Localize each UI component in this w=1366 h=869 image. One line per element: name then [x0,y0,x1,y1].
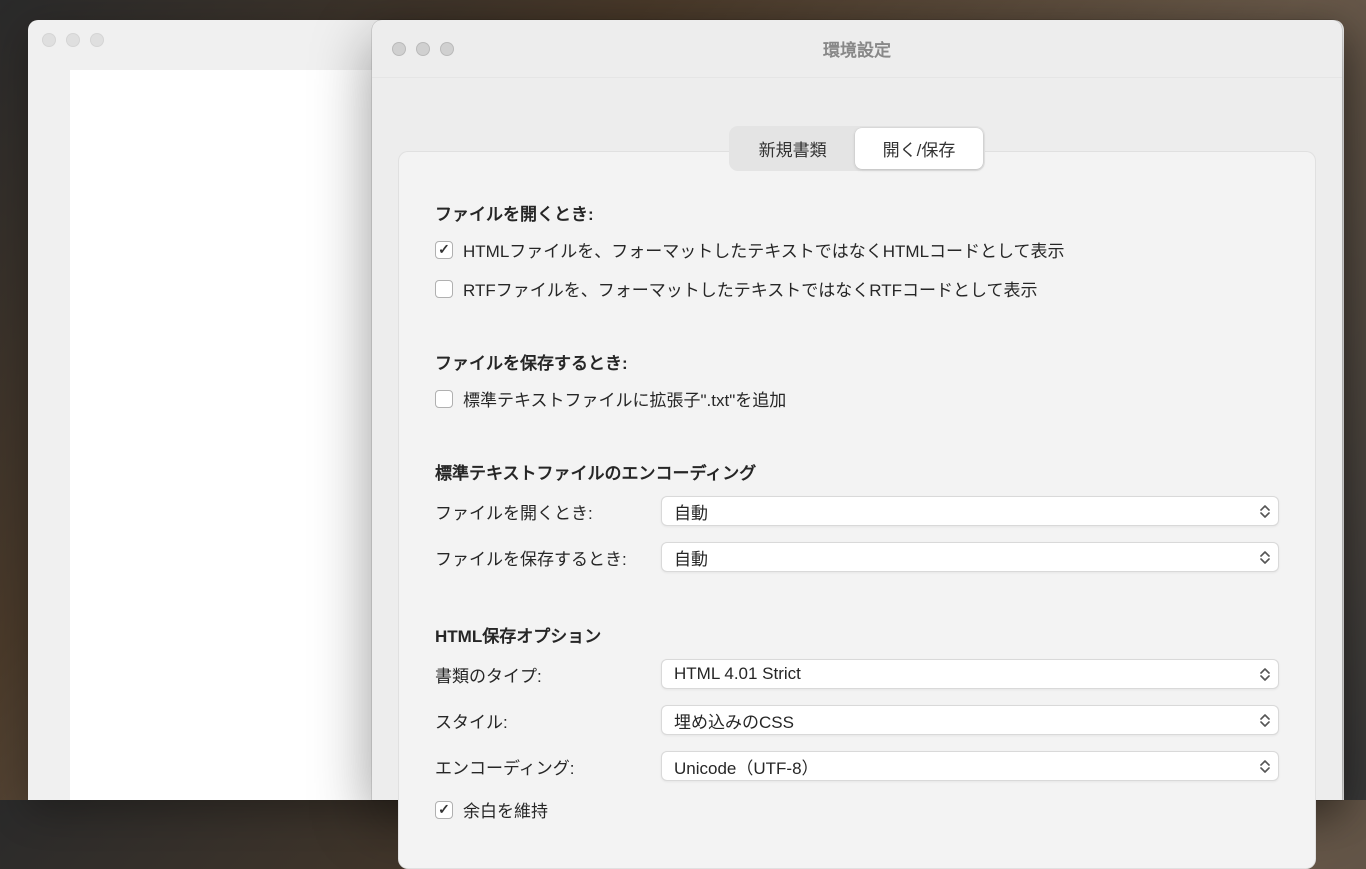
label-html-as-code: HTMLファイルを、フォーマットしたテキストではなくHTMLコードとして表示 [463,237,1065,262]
select-open-encoding[interactable]: 自動 [661,496,1279,526]
select-style-value: 埋め込みのCSS [674,708,794,733]
label-open-encoding: ファイルを開くとき: [435,499,661,524]
select-doc-type[interactable]: HTML 4.01 Strict [661,659,1279,689]
label-add-txt-extension: 標準テキストファイルに拡張子".txt"を追加 [463,386,786,411]
section-html-options-title: HTML保存オプション [435,622,1279,647]
chevron-updown-icon [1260,668,1270,681]
select-html-encoding-value: Unicode（UTF-8） [674,754,819,779]
tab-new-document[interactable]: 新規書類 [731,128,855,169]
section-encoding-title: 標準テキストファイルのエンコーディング [435,459,1279,484]
close-button[interactable] [392,42,406,56]
minimize-button[interactable] [416,42,430,56]
chevron-updown-icon [1260,551,1270,564]
bg-minimize-button[interactable] [66,33,80,47]
checkbox-preserve-whitespace[interactable] [435,801,453,819]
label-html-encoding: エンコーディング: [435,754,661,779]
label-doc-type: 書類のタイプ: [435,662,661,687]
section-save-title: ファイルを保存するとき: [435,349,1279,374]
checkbox-add-txt-extension[interactable] [435,390,453,408]
zoom-button[interactable] [440,42,454,56]
select-save-encoding[interactable]: 自動 [661,542,1279,572]
label-style: スタイル: [435,708,661,733]
chevron-updown-icon [1260,760,1270,773]
select-html-encoding[interactable]: Unicode（UTF-8） [661,751,1279,781]
titlebar: 環境設定 [372,20,1342,78]
preferences-panel: ファイルを開くとき: HTMLファイルを、フォーマットしたテキストではなくHTM… [398,151,1316,869]
preferences-window: 環境設定 新規書類 開く/保存 ファイルを開くとき: HTMLファイルを、フォー… [372,20,1342,800]
label-rtf-as-code: RTFファイルを、フォーマットしたテキストではなくRTFコードとして表示 [463,276,1037,301]
section-open-title: ファイルを開くとき: [435,200,1279,225]
select-doc-type-value: HTML 4.01 Strict [674,664,801,684]
select-save-encoding-value: 自動 [674,545,708,570]
checkbox-rtf-as-code[interactable] [435,280,453,298]
tab-bar: 新規書類 開く/保存 [372,126,1342,171]
checkbox-html-as-code[interactable] [435,241,453,259]
label-preserve-whitespace: 余白を維持 [463,797,548,822]
window-title: 環境設定 [823,36,891,61]
label-save-encoding: ファイルを保存するとき: [435,545,661,570]
bg-close-button[interactable] [42,33,56,47]
select-open-encoding-value: 自動 [674,499,708,524]
select-style[interactable]: 埋め込みのCSS [661,705,1279,735]
chevron-updown-icon [1260,505,1270,518]
bg-zoom-button[interactable] [90,33,104,47]
chevron-updown-icon [1260,714,1270,727]
tab-open-save[interactable]: 開く/保存 [855,128,984,169]
